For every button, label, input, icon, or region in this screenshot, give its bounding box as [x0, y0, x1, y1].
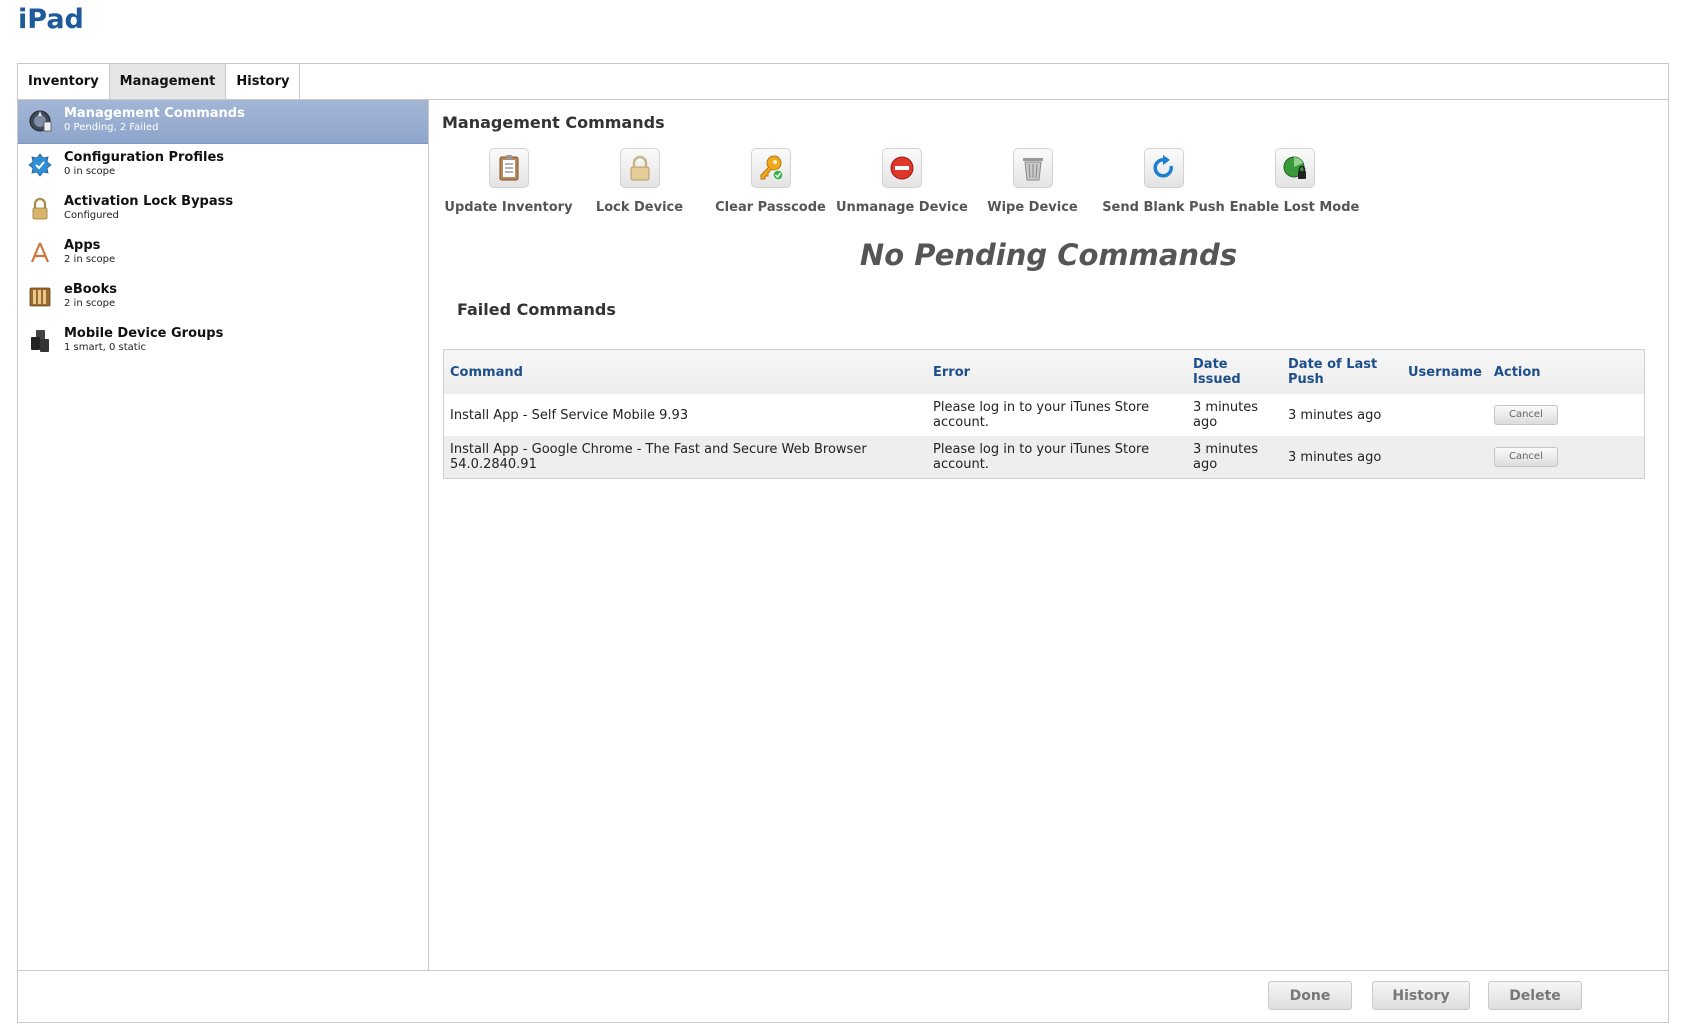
cell-action: Cancel — [1487, 394, 1645, 436]
cell-username — [1402, 436, 1488, 479]
clipboard-icon — [488, 148, 529, 188]
cancel-button[interactable]: Cancel — [1493, 446, 1558, 467]
cell-error: Please log in to your iTunes Store accou… — [927, 394, 1187, 436]
done-button[interactable]: Done — [1268, 981, 1352, 1010]
cell-command: Install App - Google Chrome - The Fast a… — [443, 436, 927, 479]
key-icon — [750, 148, 791, 188]
cell-command: Install App - Self Service Mobile 9.93 — [443, 394, 927, 436]
lock-icon — [32, 197, 48, 220]
main-content: Management Commands Update Inventory Loc… — [429, 100, 1668, 970]
sidebar-item-mobile-device-groups[interactable]: Mobile Device Groups 1 smart, 0 static — [18, 320, 428, 364]
ebook-icon — [29, 287, 51, 307]
no-pending-message: No Pending Commands — [859, 238, 1238, 272]
command-label: Lock Device — [595, 200, 684, 215]
footer-bar: Done History Delete — [18, 970, 1668, 1022]
page-title: iPad — [18, 4, 84, 35]
padlock-icon — [619, 148, 660, 188]
delete-button[interactable]: Delete — [1488, 981, 1582, 1010]
management-commands-icon — [29, 110, 52, 132]
sidebar-item-management-commands[interactable]: Management Commands 0 Pending, 2 Failed — [18, 100, 428, 144]
cell-date-issued: 3 minutes ago — [1187, 394, 1282, 436]
sidebar-item-subtitle: 1 smart, 0 static — [64, 342, 147, 353]
command-label: Wipe Device — [987, 200, 1078, 215]
app-store-icon — [30, 242, 50, 263]
configuration-profile-icon — [28, 153, 52, 177]
tab-history[interactable]: History — [226, 64, 301, 100]
sidebar-item-subtitle: 2 in scope — [64, 254, 116, 265]
failed-commands-title: Failed Commands — [457, 300, 616, 319]
unmanage-device-button[interactable]: Unmanage Device — [836, 148, 968, 215]
cell-action: Cancel — [1487, 436, 1645, 479]
cell-last-push: 3 minutes ago — [1282, 394, 1402, 436]
tab-bar: Inventory Management History — [18, 64, 301, 100]
cancel-button[interactable]: Cancel — [1493, 404, 1558, 425]
command-toolbar: Update Inventory Lock Device Clear Passc… — [443, 148, 1360, 215]
sidebar-item-activation-lock-bypass[interactable]: Activation Lock Bypass Configured — [18, 188, 428, 232]
sidebar-item-title: Apps — [64, 238, 101, 253]
command-label: Enable Lost Mode — [1229, 200, 1360, 215]
sidebar-item-ebooks[interactable]: eBooks 2 in scope — [18, 276, 428, 320]
clear-passcode-button[interactable]: Clear Passcode — [705, 148, 836, 215]
sidebar-item-subtitle: 0 in scope — [64, 166, 116, 177]
sidebar-item-subtitle: 2 in scope — [64, 298, 116, 309]
lost-mode-icon — [1274, 148, 1315, 188]
sidebar-item-subtitle: 0 Pending, 2 Failed — [64, 122, 159, 133]
cell-error: Please log in to your iTunes Store accou… — [927, 436, 1187, 479]
command-label: Update Inventory — [444, 200, 573, 215]
cell-username — [1402, 394, 1488, 436]
trash-icon — [1012, 148, 1053, 188]
lock-device-button[interactable]: Lock Device — [574, 148, 705, 215]
sidebar-item-title: Mobile Device Groups — [64, 326, 224, 341]
command-label: Send Blank Push — [1102, 200, 1225, 215]
table-row: Install App - Self Service Mobile 9.93 P… — [443, 394, 1645, 436]
update-inventory-button[interactable]: Update Inventory — [443, 148, 574, 215]
history-button[interactable]: History — [1372, 981, 1470, 1010]
tab-management[interactable]: Management — [109, 64, 227, 100]
sidebar-item-subtitle: Configured — [64, 210, 119, 221]
command-label: Clear Passcode — [715, 200, 826, 215]
column-header-command[interactable]: Command — [443, 349, 927, 394]
column-header-username[interactable]: Username — [1402, 349, 1488, 394]
refresh-icon — [1143, 148, 1184, 188]
cell-last-push: 3 minutes ago — [1282, 436, 1402, 479]
table-row: Install App - Google Chrome - The Fast a… — [443, 436, 1645, 479]
device-group-icon — [31, 330, 49, 352]
sidebar-item-configuration-profiles[interactable]: Configuration Profiles 0 in scope — [18, 144, 428, 188]
column-header-action[interactable]: Action — [1487, 349, 1645, 394]
sidebar-item-title: Configuration Profiles — [64, 150, 225, 165]
sidebar-item-title: eBooks — [64, 282, 117, 297]
column-header-error[interactable]: Error — [927, 349, 1187, 394]
cell-date-issued: 3 minutes ago — [1187, 436, 1282, 479]
tab-inventory[interactable]: Inventory — [18, 64, 110, 100]
device-record-panel: Inventory Management History Management … — [17, 63, 1669, 1023]
no-entry-icon — [881, 148, 922, 188]
command-label: Unmanage Device — [836, 200, 968, 215]
failed-commands-table: Command Error Date Issued Date of Last P… — [443, 349, 1645, 479]
enable-lost-mode-button[interactable]: Enable Lost Mode — [1229, 148, 1360, 215]
table-header-row: Command Error Date Issued Date of Last P… — [443, 349, 1645, 394]
wipe-device-button[interactable]: Wipe Device — [967, 148, 1098, 215]
column-header-last-push[interactable]: Date of Last Push — [1282, 349, 1402, 394]
sidebar-item-apps[interactable]: Apps 2 in scope — [18, 232, 428, 276]
sidebar-item-title: Management Commands — [64, 106, 245, 121]
send-blank-push-button[interactable]: Send Blank Push — [1098, 148, 1229, 215]
column-header-date-issued[interactable]: Date Issued — [1187, 349, 1282, 394]
sidebar-item-title: Activation Lock Bypass — [64, 194, 234, 209]
section-title: Management Commands — [442, 113, 665, 132]
sidebar: Management Commands 0 Pending, 2 Failed … — [18, 100, 429, 970]
